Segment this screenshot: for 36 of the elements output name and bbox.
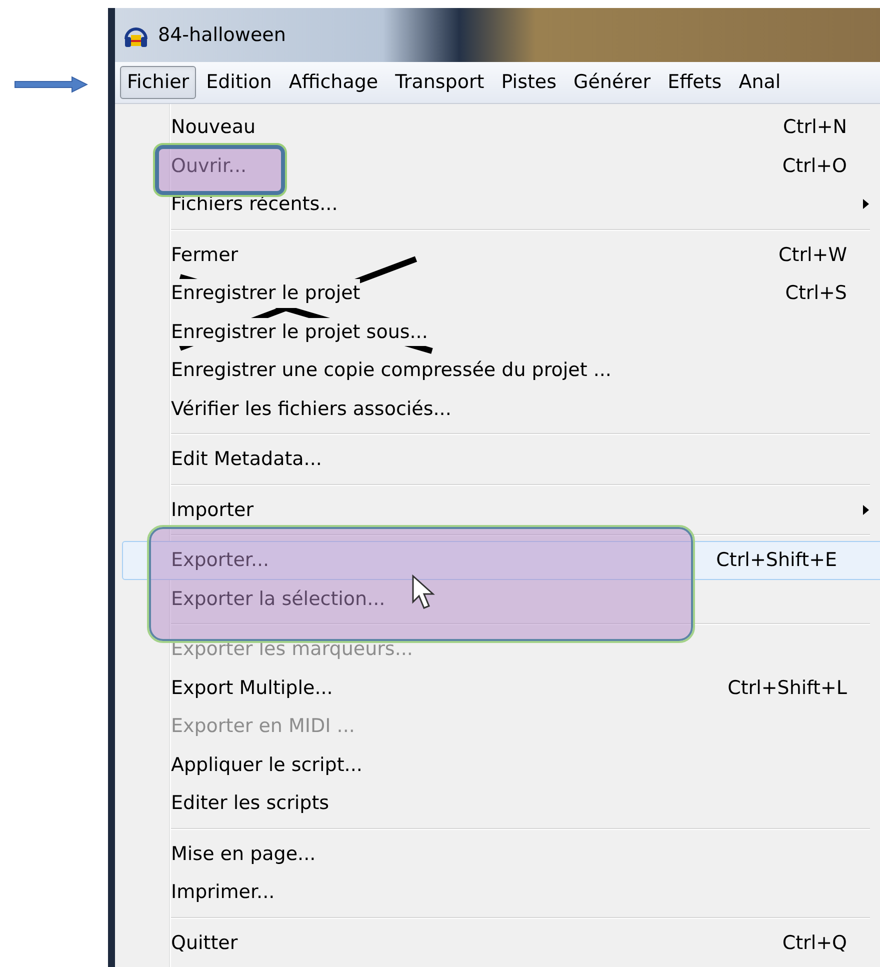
arrow-icon [14,76,88,93]
menu-bar-item[interactable]: Transport [388,66,492,99]
menu-item[interactable]: Nouveau Ctrl+N [170,108,870,146]
menu-bar-item[interactable]: Pistes [494,66,564,99]
menu-bar-item[interactable]: Générer [566,66,658,99]
menu-item[interactable]: Imprimer... [170,873,870,912]
shortcut-label: Ctrl+S [785,281,847,306]
menu-item[interactable]: Enregistrer une copie compressée du projet ... [170,351,870,390]
menu-item[interactable]: Exporter... Ctrl+Shift+E [122,541,880,580]
menu-item[interactable]: Importer [170,490,870,529]
menu-bar-item[interactable]: Anal [732,66,788,99]
menu-bar-item[interactable]: Affichage [282,66,386,99]
menu-item[interactable]: Mise en page... [170,834,870,873]
menu-item[interactable]: Exporter la sélection... [170,580,870,618]
menu-item[interactable]: Enregistrer le projet Ctrl+S [170,274,870,312]
menu-item[interactable]: Appliquer le script... [170,746,870,784]
menu-item[interactable]: Fermer Ctrl+W [170,236,870,274]
menu-bar-item[interactable]: Effets [660,66,729,99]
menu-item[interactable]: Export Multiple... Ctrl+Shift+L [170,668,870,707]
window-title: 84-halloween [158,22,286,48]
shortcut-label: Ctrl+Q [782,930,847,956]
shortcut-label: Ctrl+Shift+E [716,548,837,573]
menu-item[interactable]: Vérifier les fichiers associés... [170,390,870,428]
shortcut-label: Ctrl+N [783,115,847,140]
submenu-arrow-icon [863,199,869,210]
menu-item[interactable]: Editer les scripts [170,784,870,822]
menu-item[interactable]: Edit Metadata... [170,440,870,478]
menu-item[interactable]: Quitter Ctrl+Q [170,924,870,962]
menu-bar-item[interactable]: Edition [199,66,279,99]
menu-item[interactable]: Enregistrer le projet sous... [170,312,870,351]
menu-item[interactable]: Ouvrir... Ctrl+O [170,146,870,185]
shortcut-label: Ctrl+O [782,154,847,178]
submenu-arrow-icon [863,504,869,515]
shortcut-label: Ctrl+W [778,242,847,268]
shortcut-label: Ctrl+Shift+L [728,676,847,700]
menu-bar-item[interactable]: Fichier [120,66,196,99]
